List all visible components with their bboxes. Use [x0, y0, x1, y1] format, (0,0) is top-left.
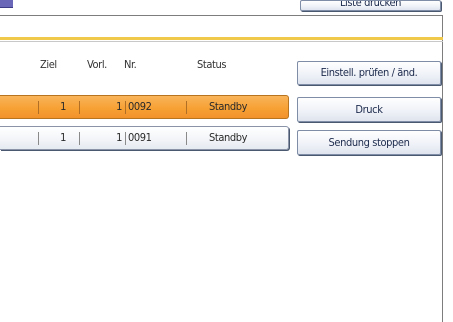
- print-list-button[interactable]: Liste drucken: [300, 0, 441, 11]
- job-status: Standby: [209, 131, 248, 144]
- header-separator-shadow: [0, 41, 443, 42]
- job-dest-count: 1: [60, 100, 66, 113]
- job-number: 0092: [128, 100, 152, 113]
- stop-transmission-label: Sendung stoppen: [328, 136, 410, 149]
- job-page-count: 1: [116, 100, 122, 113]
- check-modify-settings-button[interactable]: Einstell. prüfen / änd.: [297, 61, 441, 85]
- column-divider: [79, 132, 80, 145]
- column-divider: [186, 132, 187, 145]
- column-divider: [125, 101, 126, 114]
- job-dest-count: 1: [60, 131, 66, 144]
- job-status: Standby: [209, 100, 248, 113]
- column-divider: [79, 101, 80, 114]
- column-divider: [38, 132, 39, 145]
- job-row[interactable]: 1 1 0091 Standby: [0, 126, 289, 150]
- column-header-dest: Ziel: [40, 58, 57, 71]
- job-row-selected[interactable]: 1 1 0092 Standby: [0, 95, 289, 119]
- stop-transmission-button[interactable]: Sendung stoppen: [297, 130, 441, 155]
- job-list-screen: Liste drucken Ziel Vorl. Nr. Status 1 1 …: [0, 0, 453, 322]
- print-button[interactable]: Druck: [297, 97, 441, 122]
- column-divider: [186, 101, 187, 114]
- check-modify-settings-label: Einstell. prüfen / änd.: [320, 66, 418, 79]
- print-list-button-label: Liste drucken: [339, 0, 402, 9]
- job-page-count: 1: [116, 131, 122, 144]
- column-header-number: Nr.: [124, 58, 137, 71]
- screen-tab-marker: [0, 0, 13, 8]
- header-separator: [0, 37, 443, 40]
- column-header-pages: Vorl.: [87, 58, 107, 71]
- column-divider: [125, 132, 126, 145]
- column-header-status: Status: [197, 58, 227, 71]
- print-button-label: Druck: [355, 103, 383, 116]
- job-number: 0091: [128, 131, 152, 144]
- column-divider: [38, 101, 39, 114]
